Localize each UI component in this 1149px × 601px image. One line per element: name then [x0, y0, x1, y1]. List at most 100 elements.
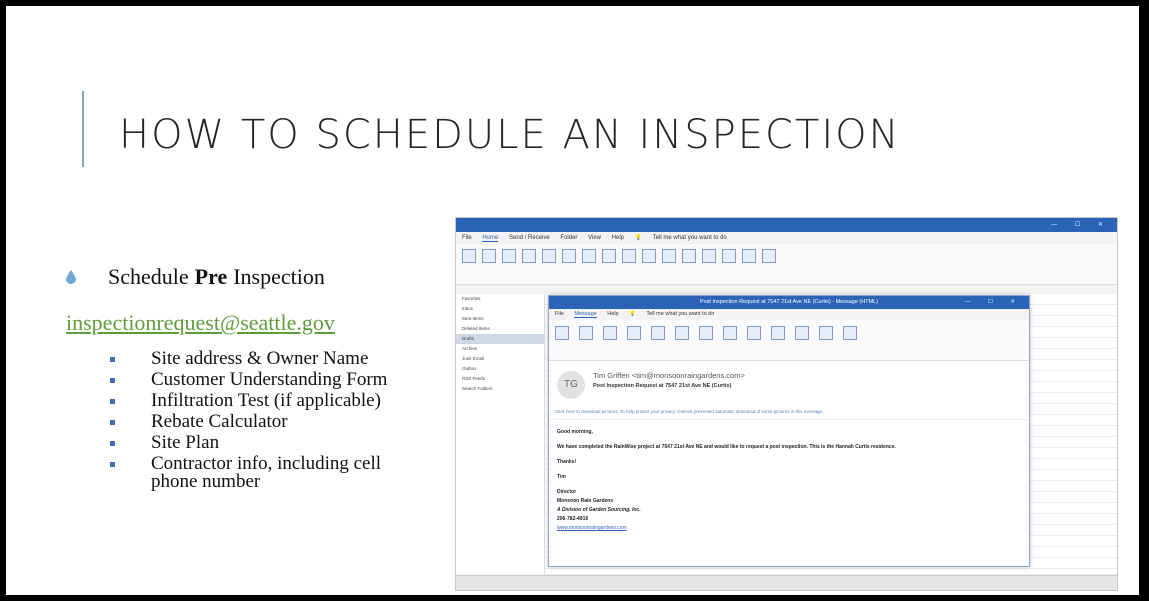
- folder-item[interactable]: Outbox: [456, 364, 544, 374]
- square-bullet-icon: [110, 420, 115, 425]
- follow-up-icon[interactable]: [722, 249, 736, 263]
- folder-item[interactable]: RSS Feeds: [456, 374, 544, 384]
- tab-file[interactable]: File: [462, 235, 472, 241]
- archive-icon[interactable]: [603, 326, 617, 340]
- square-bullet-icon: [110, 462, 115, 467]
- categorize-icon[interactable]: [702, 249, 716, 263]
- message-window: Post Inspection Request at 7547 21st Ave…: [548, 295, 1030, 567]
- main-bullet-suffix: Inspection: [233, 264, 325, 289]
- tab-help[interactable]: Help: [612, 235, 624, 241]
- search-people-icon[interactable]: [742, 249, 756, 263]
- forward-icon[interactable]: [675, 326, 689, 340]
- list-item: Infiltration Test (if applicable): [110, 390, 431, 410]
- list-item: Contractor info, including cell phone nu…: [110, 453, 431, 491]
- archive-icon[interactable]: [522, 249, 536, 263]
- download-pictures-info[interactable]: Click here to download pictures. To help…: [555, 409, 823, 414]
- onenote-icon[interactable]: [662, 249, 676, 263]
- move-icon[interactable]: [622, 249, 636, 263]
- list-item: Customer Understanding Form: [110, 369, 431, 389]
- new-email-icon[interactable]: [462, 249, 476, 263]
- subject: Post Inspection Request at 7547 21st Ave…: [593, 383, 732, 389]
- tab-send-receive[interactable]: Send / Receive: [509, 235, 550, 241]
- main-bullet-bold: Pre: [194, 264, 228, 289]
- list-item: Site Plan: [110, 432, 431, 452]
- inspection-email-link[interactable]: inspectionrequest@seattle.gov: [66, 310, 335, 336]
- tab-home[interactable]: Home: [482, 235, 499, 242]
- folder-item[interactable]: Sent Items: [456, 314, 544, 324]
- tell-me-box[interactable]: Tell me what you want to do: [653, 235, 727, 241]
- sender-name: Tim: [557, 474, 566, 480]
- message-ribbon: [549, 320, 1029, 361]
- tab-view[interactable]: View: [588, 235, 601, 241]
- tab-file[interactable]: File: [555, 311, 564, 317]
- read-aloud-icon[interactable]: [762, 249, 776, 263]
- assign-policy-icon[interactable]: [747, 326, 761, 340]
- signature-title: Director: [557, 489, 577, 495]
- title-accent-line: [82, 91, 84, 167]
- folder-item[interactable]: Junk Email: [456, 354, 544, 364]
- main-bullet-prefix: Schedule: [108, 264, 189, 289]
- outlook-ribbon: [456, 244, 1117, 285]
- tab-message[interactable]: Message: [574, 311, 597, 318]
- outlook-screenshot: — ☐ ✕ File Home Send / Receive Folder Vi…: [455, 217, 1118, 591]
- zoom-icon[interactable]: [843, 326, 857, 340]
- delete-icon[interactable]: [579, 326, 593, 340]
- ignore-icon[interactable]: [555, 326, 569, 340]
- body-text: We have completed the RainWise project a…: [557, 444, 896, 450]
- forward-icon[interactable]: [582, 249, 596, 263]
- slide-title: HOW TO SCHEDULE AN INSPECTION: [119, 112, 901, 158]
- square-bullet-icon: [110, 441, 115, 446]
- mark-unread-icon[interactable]: [771, 326, 785, 340]
- message-header: TG Tim Griffen <tim@monsoonraingardens.c…: [549, 361, 1029, 420]
- translate-icon[interactable]: [795, 326, 809, 340]
- avatar: TG: [557, 371, 585, 399]
- message-window-controls-icon[interactable]: — ☐ ✕: [965, 296, 1023, 309]
- reply-all-icon[interactable]: [651, 326, 665, 340]
- folder-item[interactable]: Archive: [456, 344, 544, 354]
- read-aloud-icon[interactable]: [819, 326, 833, 340]
- move-icon[interactable]: [723, 326, 737, 340]
- outlook-title-bar: — ☐ ✕: [456, 218, 1117, 232]
- tab-folder[interactable]: Folder: [560, 235, 577, 241]
- signature-url[interactable]: www.monsoonraingardens.com: [557, 524, 1021, 533]
- thanks-line: Thanks!: [557, 459, 577, 465]
- reply-icon[interactable]: [542, 249, 556, 263]
- folder-item[interactable]: Deleted Items: [456, 324, 544, 334]
- signature-phone: 206-782-4919: [557, 516, 589, 522]
- lightbulb-icon: 💡: [629, 311, 636, 317]
- main-bullet: Schedule Pre Inspection: [66, 264, 325, 290]
- water-drop-icon: [66, 270, 76, 284]
- sender[interactable]: Tim Griffen <tim@monsoonraingardens.com>: [593, 371, 745, 380]
- lightbulb-icon: 💡: [634, 235, 643, 241]
- square-bullet-icon: [110, 399, 115, 404]
- message-title: Post Inspection Request at 7547 21st Ave…: [699, 299, 879, 305]
- signature-company: Monsoon Rain Gardens: [557, 498, 614, 504]
- meeting-icon[interactable]: [602, 249, 616, 263]
- folder-item[interactable]: Drafts: [456, 334, 544, 344]
- quick-steps-icon[interactable]: [699, 326, 713, 340]
- message-tabs: File Message Help 💡 Tell me what you wan…: [549, 309, 1029, 320]
- square-bullet-icon: [110, 357, 115, 362]
- window-controls-icon[interactable]: — ☐ ✕: [1051, 218, 1111, 232]
- new-items-icon[interactable]: [482, 249, 496, 263]
- signature-division: A Division of Garden Sourcing, Inc.: [557, 507, 641, 513]
- folder-item[interactable]: Inbox: [456, 304, 544, 314]
- status-bar: [456, 575, 1117, 590]
- greeting: Good morning,: [557, 429, 593, 435]
- slide: HOW TO SCHEDULE AN INSPECTION Schedule P…: [6, 6, 1139, 595]
- folder-item[interactable]: Favorites: [456, 294, 544, 304]
- list-item: Site address & Owner Name: [110, 348, 431, 368]
- message-title-bar: Post Inspection Request at 7547 21st Ave…: [549, 296, 1029, 309]
- list-item: Rebate Calculator: [110, 411, 431, 431]
- message-body: Good morning, We have completed the Rain…: [549, 420, 1029, 541]
- square-bullet-icon: [110, 378, 115, 383]
- reply-icon[interactable]: [627, 326, 641, 340]
- assign-policy-icon[interactable]: [682, 249, 696, 263]
- folder-pane: Favorites Inbox Sent Items Deleted Items…: [456, 294, 545, 574]
- delete-icon[interactable]: [502, 249, 516, 263]
- tab-help[interactable]: Help: [607, 311, 618, 317]
- reply-all-icon[interactable]: [562, 249, 576, 263]
- folder-item[interactable]: Search Folders: [456, 384, 544, 394]
- tell-me-box[interactable]: Tell me what you want to do: [646, 311, 714, 317]
- rules-icon[interactable]: [642, 249, 656, 263]
